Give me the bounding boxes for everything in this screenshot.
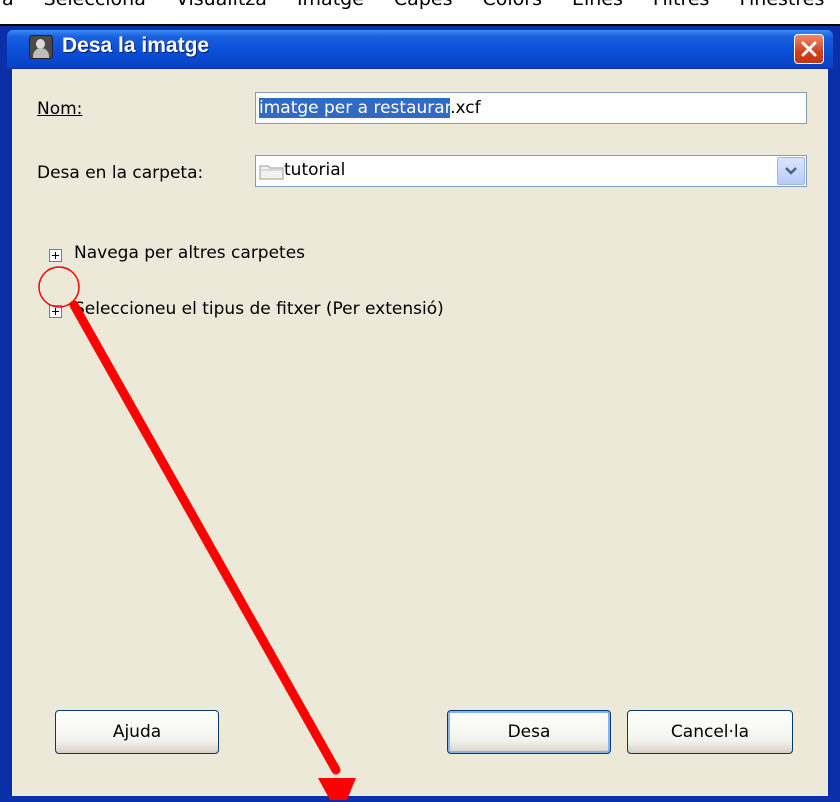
gimp-wilber-icon	[29, 35, 53, 59]
name-field-selected-text: imatge per a restaurar	[259, 98, 451, 118]
browse-expander-icon[interactable]	[49, 249, 62, 262]
title-bar[interactable]: Desa la imatge	[7, 30, 833, 68]
menu-item[interactable]: Finestres	[739, 0, 824, 10]
folder-select-value: tutorial	[284, 160, 346, 180]
menu-item[interactable]: Visualitza	[176, 0, 267, 10]
menu-item[interactable]: Imatge	[297, 0, 364, 10]
menu-item[interactable]: Capes	[394, 0, 453, 10]
browse-expander-label[interactable]: Navega per altres carpetes	[74, 243, 305, 263]
folder-select[interactable]: tutorial	[255, 155, 807, 187]
close-button[interactable]	[794, 34, 824, 64]
cancel-button[interactable]: Cancel·la	[627, 710, 793, 754]
folder-label: Desa en la carpeta:	[37, 163, 204, 183]
folder-icon	[259, 165, 284, 180]
menu-item[interactable]: Eines	[572, 0, 623, 10]
background-menubar: a Selecciona Visualitza Imatge Capes Col…	[0, 0, 840, 24]
help-button[interactable]: Ajuda	[55, 710, 219, 754]
name-field-extension: .xcf	[450, 98, 481, 118]
name-label-text: Nom:	[37, 99, 83, 119]
filetype-expander-label[interactable]: Seleccioneu el tipus de fitxer (Per exte…	[74, 299, 444, 319]
save-button[interactable]: Desa	[447, 710, 611, 754]
menu-item[interactable]: Filtres	[653, 0, 710, 10]
folder-dropdown-button[interactable]	[777, 157, 805, 185]
filetype-expander-icon[interactable]	[49, 305, 62, 318]
menu-item[interactable]: Selecciona	[44, 0, 146, 10]
menu-item[interactable]: Colors	[482, 0, 542, 10]
close-icon	[801, 41, 817, 57]
dialog-body: Nom: imatge per a restaurar.xcf Desa en …	[12, 69, 828, 796]
dialog-title: Desa la imatge	[62, 34, 210, 57]
save-image-dialog: Desa la imatge Nom: imatge per a restaur…	[0, 26, 840, 802]
name-field[interactable]: imatge per a restaurar.xcf	[255, 92, 807, 124]
name-label: Nom:	[37, 99, 82, 119]
menu-item[interactable]: a	[2, 0, 14, 10]
chevron-down-icon	[785, 167, 797, 175]
background-menu-items: a Selecciona Visualitza Imatge Capes Col…	[2, 0, 840, 10]
